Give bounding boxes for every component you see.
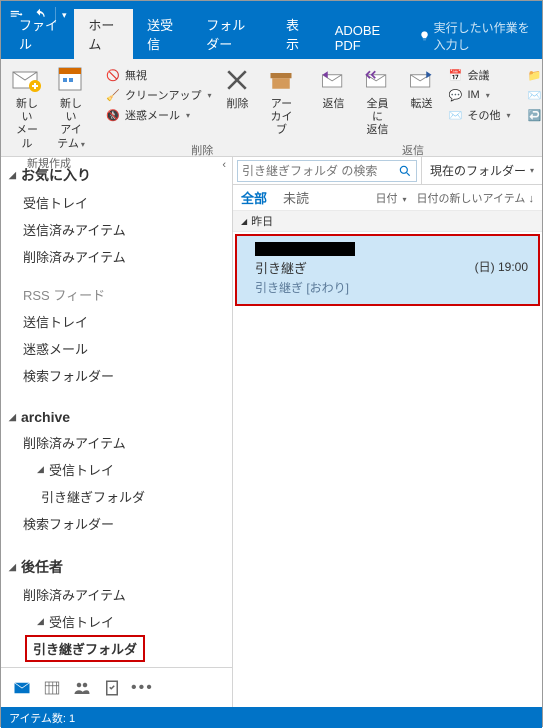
nav-more-icon[interactable]: ••• [131, 679, 154, 697]
message-list: 引き継ぎ (日) 19:00 引き継ぎ [おわり] [233, 232, 542, 707]
reply-button[interactable]: 返信 [313, 62, 353, 140]
im-button[interactable]: 💬IM▾ [445, 86, 491, 104]
fav-inbox[interactable]: 受信トレイ [1, 189, 232, 216]
search-folders-item[interactable]: 検索フォルダー [1, 362, 232, 389]
successor-header[interactable]: ◢後任者 [1, 551, 232, 581]
reply-label: 返信 [322, 98, 344, 111]
meeting-button[interactable]: 📅会議 [445, 66, 491, 84]
mail-view-icon[interactable] [11, 677, 33, 699]
filter-row: 全部 未読 日付 ▾ 日付の新しいアイテム ↓ [233, 185, 542, 211]
forward-button[interactable]: 転送 [401, 62, 441, 140]
sort-by[interactable]: 日付 ▾ [375, 190, 406, 206]
new-item-button[interactable]: 新しい アイテム▾ [51, 62, 91, 153]
favorites-label: お気に入り [21, 165, 91, 185]
tell-me-label: 実行したい作業を入力し [434, 19, 538, 53]
group-quicksteps: 📁移動 ✉️チーム ↩️返信 [518, 59, 543, 156]
tab-home[interactable]: ホーム [74, 9, 133, 59]
message-item[interactable]: 引き継ぎ (日) 19:00 引き継ぎ [おわり] [235, 234, 540, 306]
message-subject: 引き継ぎ [255, 258, 307, 277]
successor-label: 後任者 [21, 557, 63, 577]
search-input[interactable] [242, 164, 398, 178]
message-time: (日) 19:00 [475, 258, 528, 277]
delete-label: 削除 [226, 98, 248, 111]
qs-move-button[interactable]: 📁移動 [524, 66, 543, 84]
scope-label: 現在のフォルダー [430, 162, 526, 179]
rss-item[interactable]: RSS フィード [1, 276, 232, 308]
collapse-pane-icon[interactable]: ‹ [222, 159, 226, 171]
cleanup-button[interactable]: 🧹クリーンアップ▾ [103, 86, 213, 104]
message-pane: 現在のフォルダー▾ 全部 未読 日付 ▾ 日付の新しいアイテム ↓ ◢昨日 引き… [233, 157, 542, 707]
filter-unread[interactable]: 未読 [283, 188, 309, 207]
tab-folder[interactable]: フォルダー [192, 9, 272, 59]
succ-handover-selected[interactable]: 引き継ぎフォルダ [25, 635, 145, 662]
filter-all[interactable]: 全部 [241, 188, 267, 207]
junk-label: 迷惑メール [125, 107, 180, 123]
tell-me[interactable]: 実行したい作業を入力し [419, 19, 538, 59]
tab-adobe[interactable]: ADOBE PDF [321, 17, 409, 59]
arch-inbox[interactable]: ◢受信トレイ [1, 456, 232, 483]
folder-pane: ‹ ◢お気に入り 受信トレイ 送信済みアイテム 削除済みアイテム RSS フィー… [1, 157, 233, 707]
more-respond-button[interactable]: ✉️その他▾ [445, 106, 512, 124]
favorites-header[interactable]: ◢お気に入り [1, 159, 232, 189]
delete-button[interactable]: 削除 [217, 62, 257, 140]
more-label: その他 [467, 107, 500, 123]
ribbon-tabs: ファイル ホーム 送受信 フォルダー 表示 ADOBE PDF 実行したい作業を… [1, 29, 542, 59]
archive-header[interactable]: ◢archive [1, 403, 232, 429]
search-row: 現在のフォルダー▾ [233, 157, 542, 185]
qs-replydel-button[interactable]: ↩️返信 [524, 106, 543, 124]
succ-inbox[interactable]: ◢受信トレイ [1, 608, 232, 635]
im-label: IM [467, 89, 479, 101]
group-respond: 返信 全員に 返信 転送 📅会議 💬IM▾ ✉️その他▾ 返信 [307, 59, 518, 156]
forward-label: 転送 [410, 98, 432, 111]
ribbon: 新しい メール 新しい アイテム▾ 新規作成 🚫無視 🧹クリーンアップ▾ 🚷迷惑… [1, 59, 542, 157]
cleanup-label: クリーンアップ [125, 87, 201, 103]
meeting-label: 会議 [467, 67, 489, 83]
main-area: ‹ ◢お気に入り 受信トレイ 送信済みアイテム 削除済みアイテム RSS フィー… [1, 157, 542, 707]
archive-label: アー カイブ [265, 98, 297, 138]
tasks-view-icon[interactable] [101, 677, 123, 699]
status-bar: アイテム数: 1 [1, 707, 542, 728]
succ-deleted[interactable]: 削除済みアイテム [1, 581, 232, 608]
sender-redacted [255, 242, 355, 256]
new-mail-button[interactable]: 新しい メール [7, 62, 47, 153]
outbox-item[interactable]: 送信トレイ [1, 308, 232, 335]
arch-deleted[interactable]: 削除済みアイテム [1, 429, 232, 456]
tab-sendrecv[interactable]: 送受信 [133, 9, 192, 59]
group-new: 新しい メール 新しい アイテム▾ 新規作成 [1, 59, 97, 156]
calendar-view-icon[interactable] [41, 677, 63, 699]
search-scope[interactable]: 現在のフォルダー▾ [421, 157, 542, 184]
arch-handover[interactable]: 引き継ぎフォルダ [1, 483, 232, 510]
tab-view[interactable]: 表示 [272, 9, 321, 59]
sort-order[interactable]: 日付の新しいアイテム ↓ [417, 190, 534, 206]
group-respond-label: 返信 [313, 140, 512, 158]
group-yesterday-label: 昨日 [251, 213, 273, 229]
ignore-button[interactable]: 🚫無視 [103, 66, 149, 84]
group-header-yesterday[interactable]: ◢昨日 [233, 211, 542, 232]
ignore-label: 無視 [125, 67, 147, 83]
tab-file[interactable]: ファイル [5, 9, 74, 59]
qs-team-button[interactable]: ✉️チーム [524, 86, 543, 104]
fav-deleted[interactable]: 削除済みアイテム [1, 243, 232, 270]
new-mail-label: 新しい メール [11, 98, 43, 151]
junk-item[interactable]: 迷惑メール [1, 335, 232, 362]
reply-all-label: 全員に 返信 [361, 98, 393, 138]
group-delete-label: 削除 [103, 140, 301, 158]
reply-all-button[interactable]: 全員に 返信 [357, 62, 397, 140]
arch-search[interactable]: 検索フォルダー [1, 510, 232, 537]
search-icon[interactable] [398, 164, 412, 178]
group-delete: 🚫無視 🧹クリーンアップ▾ 🚷迷惑メール▾ 削除 アー カイブ 削除 [97, 59, 307, 156]
people-view-icon[interactable] [71, 677, 93, 699]
junk-button[interactable]: 🚷迷惑メール▾ [103, 106, 192, 124]
archive-label: archive [21, 409, 70, 425]
archive-button[interactable]: アー カイブ [261, 62, 301, 140]
fav-sent[interactable]: 送信済みアイテム [1, 216, 232, 243]
search-box[interactable] [237, 160, 417, 182]
nav-switcher: ••• [1, 667, 232, 707]
status-item-count: アイテム数: 1 [9, 710, 75, 726]
message-preview: 引き継ぎ [おわり] [255, 279, 528, 296]
